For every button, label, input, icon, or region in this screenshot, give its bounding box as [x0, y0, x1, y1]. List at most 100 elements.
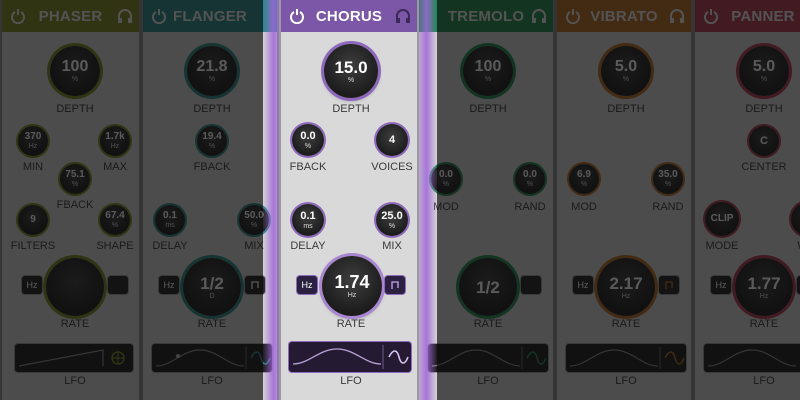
lfo-display[interactable]	[428, 344, 548, 372]
rand-knob[interactable]: 35.0%	[653, 164, 683, 194]
headphones-icon[interactable]	[669, 8, 685, 24]
depth-label: DEPTH	[332, 103, 370, 115]
lfo-display[interactable]	[704, 344, 800, 372]
delay-label: DELAY	[152, 240, 188, 252]
vibrato-module: VIBRATO 5.0% DEPTH 6.9% MOD 35.0% RAND H…	[555, 0, 693, 400]
hz-toggle[interactable]: Hz	[22, 276, 42, 294]
lfo-display[interactable]	[289, 342, 411, 372]
delay-knob[interactable]: 0.1 ms	[155, 205, 185, 235]
mode-label: MODE	[705, 240, 739, 252]
depth-knob[interactable]: 100%	[463, 46, 513, 96]
filters-label: FILTERS	[10, 240, 56, 252]
sync-toggle[interactable]	[385, 276, 405, 294]
lfo-waveform	[155, 347, 271, 369]
rate-label: RATE	[336, 318, 366, 330]
sync-toggle[interactable]	[108, 276, 128, 294]
depth-knob[interactable]: 21.8%	[187, 46, 237, 96]
depth-label: DEPTH	[607, 103, 645, 115]
hz-toggle[interactable]: Hz	[297, 276, 317, 294]
fback-knob[interactable]: 0.0%	[292, 124, 324, 156]
filters-knob[interactable]: 9	[18, 205, 48, 235]
phaser-module: PHASER 100% DEPTH 370 Hz MIN 1.7k Hz MAX 7…	[0, 0, 141, 400]
lfo-display[interactable]	[566, 344, 686, 372]
mix-knob[interactable]: 25.0%	[376, 204, 408, 236]
lfo-waveform	[431, 347, 547, 369]
voices-knob[interactable]: 4	[376, 124, 408, 156]
min-knob[interactable]: 370 Hz	[18, 126, 48, 156]
mod-knob[interactable]: 6.9%	[569, 164, 599, 194]
headphones-icon[interactable]	[117, 8, 133, 24]
hz-toggle[interactable]: Hz	[159, 276, 179, 294]
depth-label: DEPTH	[469, 103, 507, 115]
flanger-module: FLANGER 21.8% DEPTH 19.4% FBACK 0.1 ms DE…	[141, 0, 279, 400]
wa-knob[interactable]	[791, 202, 800, 236]
rate-label: RATE	[473, 318, 503, 330]
module-title: FLANGER	[173, 8, 247, 25]
depth-knob[interactable]: 100%	[50, 46, 100, 96]
lfo-label: LFO	[201, 375, 223, 387]
mod-label: MOD	[571, 201, 597, 213]
rate-label: RATE	[197, 318, 227, 330]
tremolo-header: TREMOLO	[419, 0, 553, 32]
lfo-label: LFO	[340, 375, 362, 387]
delay-label: DELAY	[290, 240, 326, 252]
lfo-waveform	[707, 349, 797, 367]
panner-header: PANNER	[695, 0, 800, 32]
rate-knob[interactable]: 1.74 Hz	[322, 256, 382, 316]
fback-label: FBACK	[56, 199, 94, 211]
fback-label: FBACK	[289, 161, 327, 173]
chorus-header: CHORUS	[281, 0, 417, 32]
headphones-icon[interactable]	[395, 8, 411, 24]
delay-knob[interactable]: 0.1 ms	[292, 204, 324, 236]
rate-knob[interactable]: 1.77 Hz	[735, 258, 793, 316]
max-label: MAX	[103, 161, 127, 173]
hz-toggle[interactable]: Hz	[573, 276, 593, 294]
vibrato-header: VIBRATO	[557, 0, 691, 32]
min-label: MIN	[22, 161, 44, 173]
module-title: PANNER	[731, 8, 795, 25]
phaser-header: PHASER	[2, 0, 139, 32]
fback-knob[interactable]: 19.4%	[197, 126, 227, 156]
hz-toggle[interactable]: Hz	[711, 276, 731, 294]
rate-label: RATE	[611, 318, 641, 330]
rate-knob[interactable]: 2.17 Hz	[597, 258, 655, 316]
center-label: CENTER	[741, 161, 787, 173]
headphones-icon[interactable]	[531, 8, 547, 24]
mix-label: MIX	[382, 240, 402, 252]
lfo-label: LFO	[753, 375, 775, 387]
max-knob[interactable]: 1.7k Hz	[100, 126, 130, 156]
note-icon	[665, 281, 673, 289]
voices-label: VOICES	[371, 161, 413, 173]
lfo-display[interactable]	[152, 344, 272, 372]
panner-module: PANNER 5.0% DEPTH C CENTER CLIP MODE WA …	[693, 0, 800, 400]
rate-knob[interactable]: 1/2	[459, 258, 517, 316]
rate-label: RATE	[60, 318, 90, 330]
depth-knob[interactable]: 5.0%	[739, 46, 789, 96]
rate-knob[interactable]	[46, 258, 104, 316]
shape-knob[interactable]: 67.4%	[100, 205, 130, 235]
sync-toggle[interactable]	[659, 276, 679, 294]
flanger-header: FLANGER	[143, 0, 277, 32]
note-icon	[391, 281, 399, 289]
tremolo-module: TREMOLO 100% DEPTH 0.0% MOD 0.0% RAND 1/…	[417, 0, 555, 400]
fback-knob[interactable]: 75.1%	[60, 164, 90, 194]
effects-rack: PHASER 100% DEPTH 370 Hz MIN 1.7k Hz MAX 7…	[0, 0, 800, 400]
rate-knob[interactable]: 1/2 D	[183, 258, 241, 316]
lfo-waveform	[18, 349, 125, 367]
wa-label: WA	[771, 240, 800, 252]
sync-toggle[interactable]	[521, 276, 541, 294]
lfo-waveform	[292, 345, 409, 369]
center-knob[interactable]: C	[749, 126, 779, 156]
lfo-label: LFO	[64, 375, 86, 387]
rand-knob[interactable]: 0.0%	[515, 164, 545, 194]
sync-toggle[interactable]	[245, 276, 265, 294]
lfo-waveform	[569, 347, 685, 369]
lfo-label: LFO	[477, 375, 499, 387]
chorus-module[interactable]: CHORUS 15.0% DEPTH 0.0% FBACK 4 VOICES 0…	[279, 0, 419, 400]
fback-label: FBACK	[193, 161, 231, 173]
mode-knob[interactable]: CLIP	[705, 202, 739, 236]
depth-knob[interactable]: 5.0%	[601, 46, 651, 96]
lfo-display[interactable]	[15, 344, 133, 372]
depth-knob[interactable]: 15.0%	[324, 44, 378, 98]
depth-label: DEPTH	[56, 103, 94, 115]
